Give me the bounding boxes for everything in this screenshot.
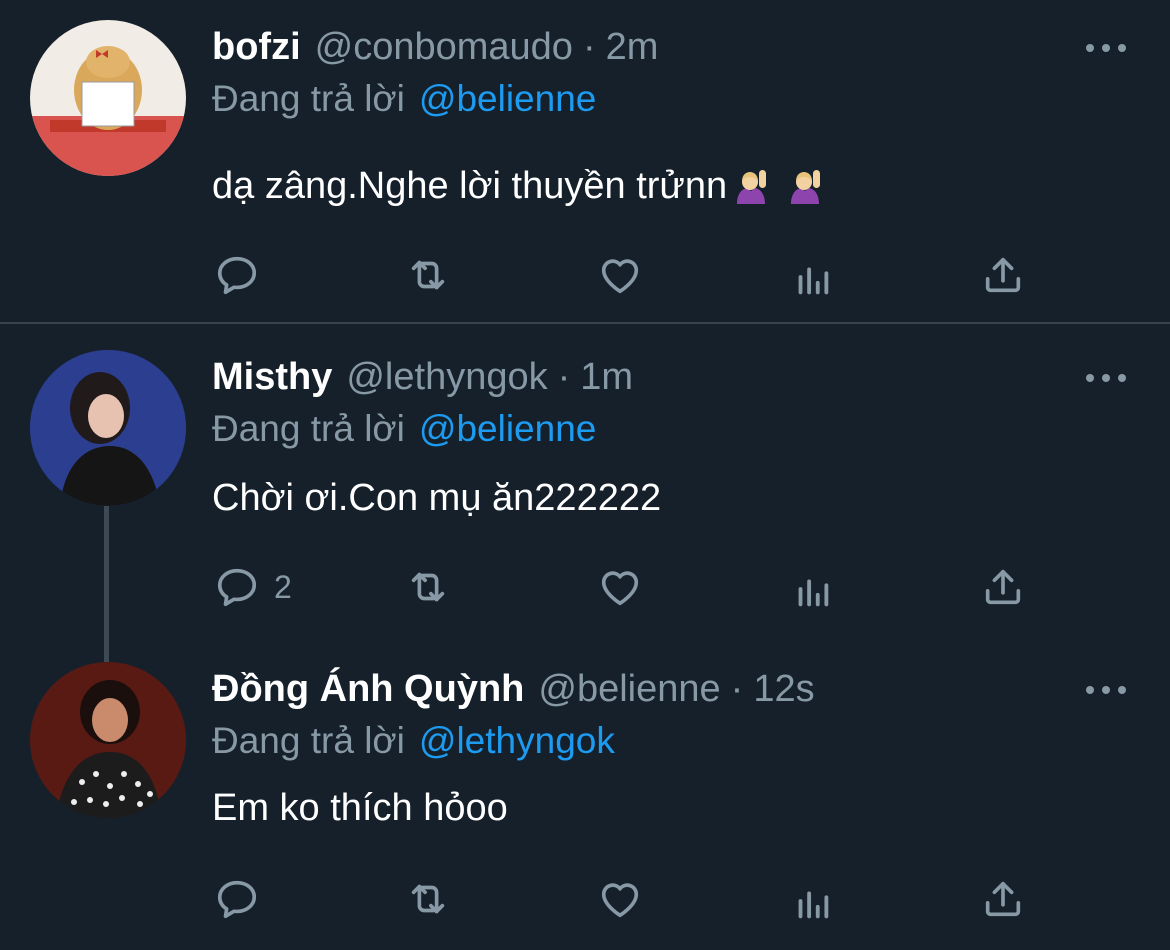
reply-context: Đang trả lời @lethyngok (212, 716, 615, 766)
avatar[interactable] (30, 350, 186, 506)
like-button[interactable] (597, 874, 643, 924)
share-upload-icon (980, 876, 1026, 922)
raising-hand-emoji (785, 164, 825, 204)
analytics-button[interactable] (789, 254, 835, 304)
tweet-text-content: Em ko thích hỏoo (212, 787, 508, 829)
more-dots-icon[interactable] (1086, 680, 1126, 700)
analytics-bars-icon (789, 880, 835, 926)
separator: · (557, 356, 571, 398)
reply-button[interactable] (214, 250, 274, 300)
tweet-text-content: dạ zâng.Nghe lời thuyền trửnn (212, 165, 728, 207)
share-upload-icon (980, 252, 1026, 298)
tweet-text: Chời ơi.Con mụ ăn222222 (212, 470, 661, 526)
reply-prefix: Đang trả lời (212, 408, 405, 449)
share-button[interactable] (980, 250, 1026, 300)
raising-hand-emoji (731, 164, 771, 204)
reply-prefix: Đang trả lời (212, 720, 405, 761)
tweet-text: dạ zâng.Nghe lời thuyền trửnn (212, 158, 825, 214)
separator: · (582, 26, 596, 68)
mention-link[interactable]: @lethyngok (419, 720, 615, 761)
timestamp[interactable]: 1m (580, 352, 633, 402)
retweet-arrows-icon (405, 564, 451, 610)
analytics-button[interactable] (789, 566, 835, 616)
more-dots-icon[interactable] (1086, 368, 1126, 388)
heart-icon (597, 252, 643, 298)
retweet-button[interactable] (405, 250, 451, 300)
reply-prefix: Đang trả lời (212, 78, 405, 119)
username[interactable]: @belienne (538, 664, 720, 714)
display-name[interactable]: Đồng Ánh Quỳnh (212, 664, 524, 714)
share-button[interactable] (980, 874, 1026, 924)
more-dots-icon[interactable] (1086, 38, 1126, 58)
reply-bubble-icon (214, 252, 260, 298)
tweet[interactable]: Misthy @lethyngok · 1m Đang trả lời @beli… (0, 324, 1170, 634)
display-name[interactable]: Misthy (212, 352, 332, 402)
reply-count: 2 (274, 568, 292, 605)
username[interactable]: @lethyngok (346, 352, 547, 402)
tweet[interactable]: bofzi @conbomaudo · 2m Đang trả lời @beli… (0, 0, 1170, 322)
retweet-arrows-icon (405, 876, 451, 922)
separator: · (730, 668, 744, 710)
analytics-bars-icon (789, 568, 835, 614)
mention-link[interactable]: @belienne (419, 78, 596, 119)
like-button[interactable] (597, 250, 643, 300)
tweet-header: bofzi @conbomaudo · 2m (212, 22, 658, 72)
reply-button[interactable]: 2 (214, 562, 292, 612)
analytics-bars-icon (789, 256, 835, 302)
avatar[interactable] (30, 662, 186, 818)
analytics-button[interactable] (789, 878, 835, 928)
retweet-button[interactable] (405, 562, 451, 612)
share-button[interactable] (980, 562, 1026, 612)
reply-button[interactable] (214, 874, 274, 924)
reply-context: Đang trả lời @belienne (212, 74, 596, 124)
like-button[interactable] (597, 562, 643, 612)
mention-link[interactable]: @belienne (419, 408, 596, 449)
retweet-arrows-icon (405, 252, 451, 298)
reply-bubble-icon (214, 564, 260, 610)
reply-bubble-icon (214, 876, 260, 922)
tweet-text: Em ko thích hỏoo (212, 780, 508, 836)
username[interactable]: @conbomaudo (315, 22, 573, 72)
retweet-button[interactable] (405, 874, 451, 924)
heart-icon (597, 876, 643, 922)
heart-icon (597, 564, 643, 610)
tweet[interactable]: Đồng Ánh Quỳnh @belienne · 12s Đang trả … (0, 634, 1170, 950)
timestamp[interactable]: 12s (753, 664, 814, 714)
reply-context: Đang trả lời @belienne (212, 404, 596, 454)
tweet-thread: bofzi @conbomaudo · 2m Đang trả lời @beli… (0, 0, 1170, 950)
tweet-header: Misthy @lethyngok · 1m (212, 352, 633, 402)
display-name[interactable]: bofzi (212, 22, 301, 72)
tweet-header: Đồng Ánh Quỳnh @belienne · 12s (212, 664, 815, 714)
avatar[interactable] (30, 20, 186, 176)
share-upload-icon (980, 564, 1026, 610)
tweet-text-content: Chời ơi.Con mụ ăn222222 (212, 477, 662, 519)
timestamp[interactable]: 2m (606, 22, 659, 72)
